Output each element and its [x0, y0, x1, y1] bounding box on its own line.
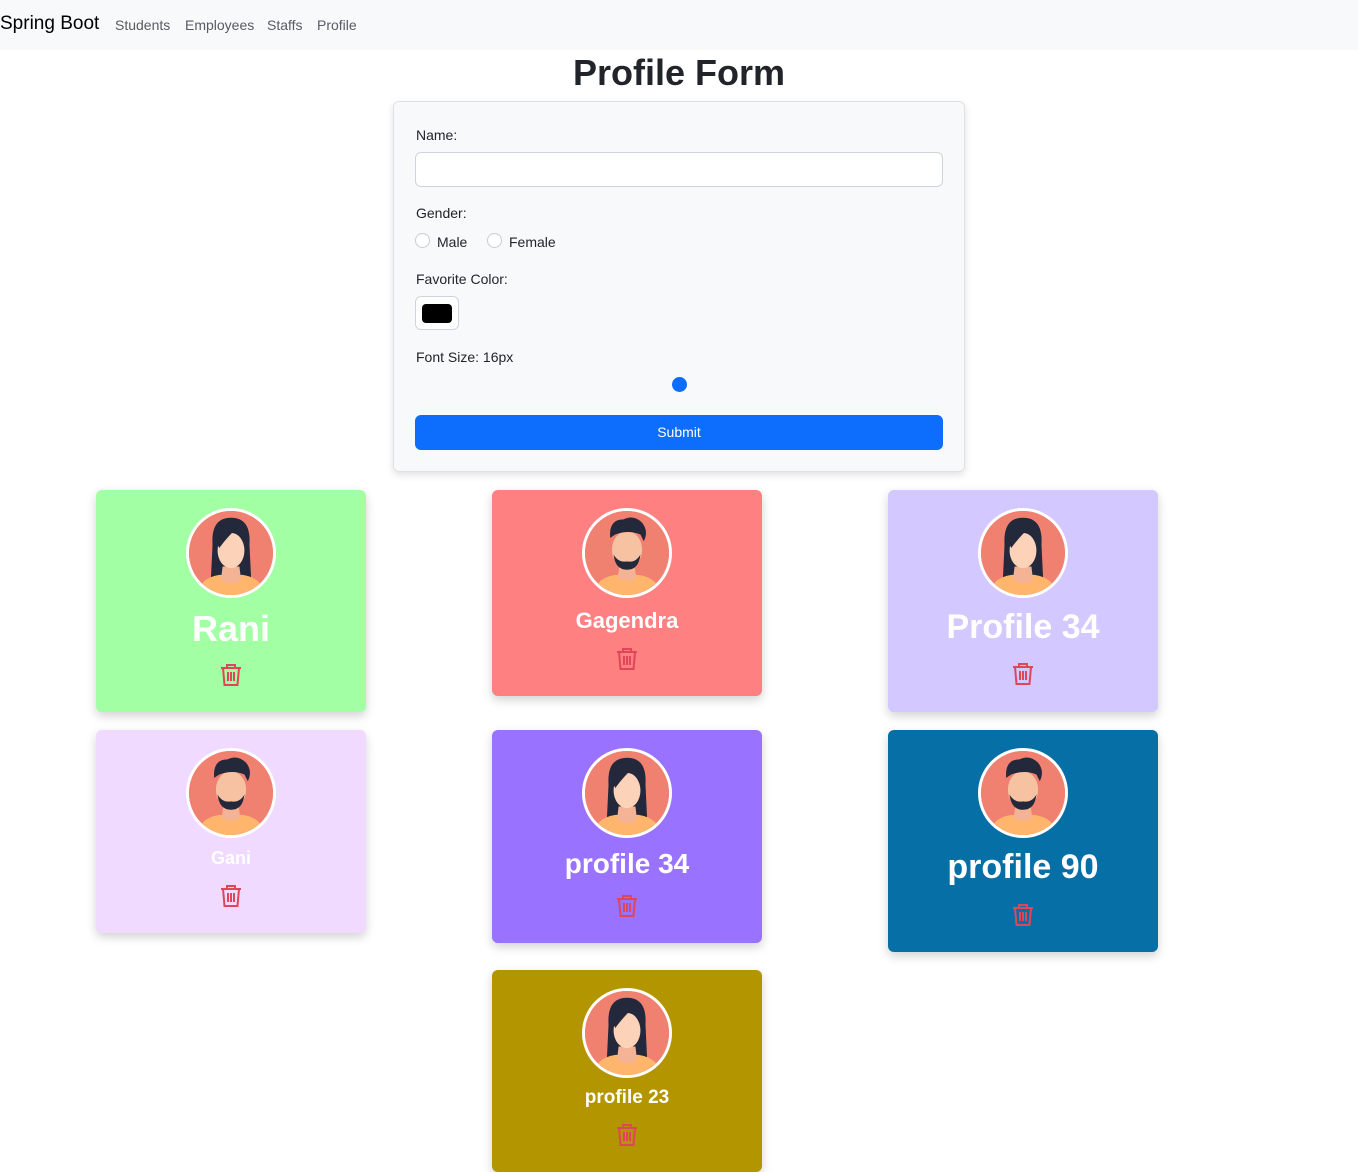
gender-label: Gender:	[416, 205, 467, 221]
trash-icon[interactable]	[616, 647, 638, 671]
nav-link-staffs[interactable]: Staffs	[267, 17, 303, 33]
avatar-female-icon	[186, 508, 276, 598]
avatar-male-icon	[978, 748, 1068, 838]
trash-icon[interactable]	[1012, 903, 1034, 927]
gender-radio-female[interactable]	[487, 233, 502, 248]
profile-card: profile 90	[888, 730, 1158, 952]
profile-card: profile 34	[492, 730, 762, 943]
profile-name: Gani	[210, 848, 251, 868]
avatar-female-icon	[978, 508, 1068, 598]
gender-label-male: Male	[437, 234, 468, 250]
name-input[interactable]	[415, 152, 943, 187]
color-label: Favorite Color:	[416, 271, 508, 287]
nav-link-employees[interactable]: Employees	[185, 17, 254, 33]
avatar-male-icon	[582, 508, 672, 598]
page-title: Profile Form	[572, 52, 786, 93]
avatar-female-icon	[582, 748, 672, 838]
profile-name: profile 23	[584, 1087, 670, 1108]
font-size-label: Font Size: 16px	[416, 349, 514, 365]
navbar: Spring Boot Students Employees Staffs Pr…	[0, 0, 1358, 50]
brand-link[interactable]: Spring Boot	[0, 13, 99, 35]
profile-name: profile 34	[564, 848, 690, 879]
profile-card: Gani	[96, 730, 366, 933]
profile-card: Gagendra	[492, 490, 762, 696]
profile-card: profile 23	[492, 970, 762, 1172]
nav-link-profile[interactable]: Profile	[317, 17, 357, 33]
avatar-female-icon	[582, 988, 672, 1078]
profile-card: Profile 34	[888, 490, 1158, 712]
trash-icon[interactable]	[616, 894, 638, 918]
gender-radio-male[interactable]	[415, 233, 430, 248]
nav-link-students[interactable]: Students	[115, 17, 170, 33]
trash-icon[interactable]	[220, 884, 242, 908]
name-label: Name:	[416, 127, 458, 143]
trash-icon[interactable]	[616, 1123, 638, 1147]
color-picker[interactable]	[415, 296, 459, 330]
profile-form: Name: Gender: Male Female Favorite Color…	[393, 101, 965, 472]
profile-card: Rani	[96, 490, 366, 712]
color-swatch	[422, 304, 452, 323]
profile-name: Gagendra	[575, 608, 679, 633]
avatar-male-icon	[186, 748, 276, 838]
profile-name: Profile 34	[946, 608, 1100, 646]
trash-icon[interactable]	[1012, 662, 1034, 686]
profile-name: Rani	[191, 608, 270, 649]
gender-label-female: Female	[509, 234, 556, 250]
font-size-slider-thumb[interactable]	[672, 377, 687, 392]
submit-button[interactable]: Submit	[415, 415, 943, 450]
profile-name: profile 90	[947, 848, 1099, 886]
trash-icon[interactable]	[220, 663, 242, 687]
